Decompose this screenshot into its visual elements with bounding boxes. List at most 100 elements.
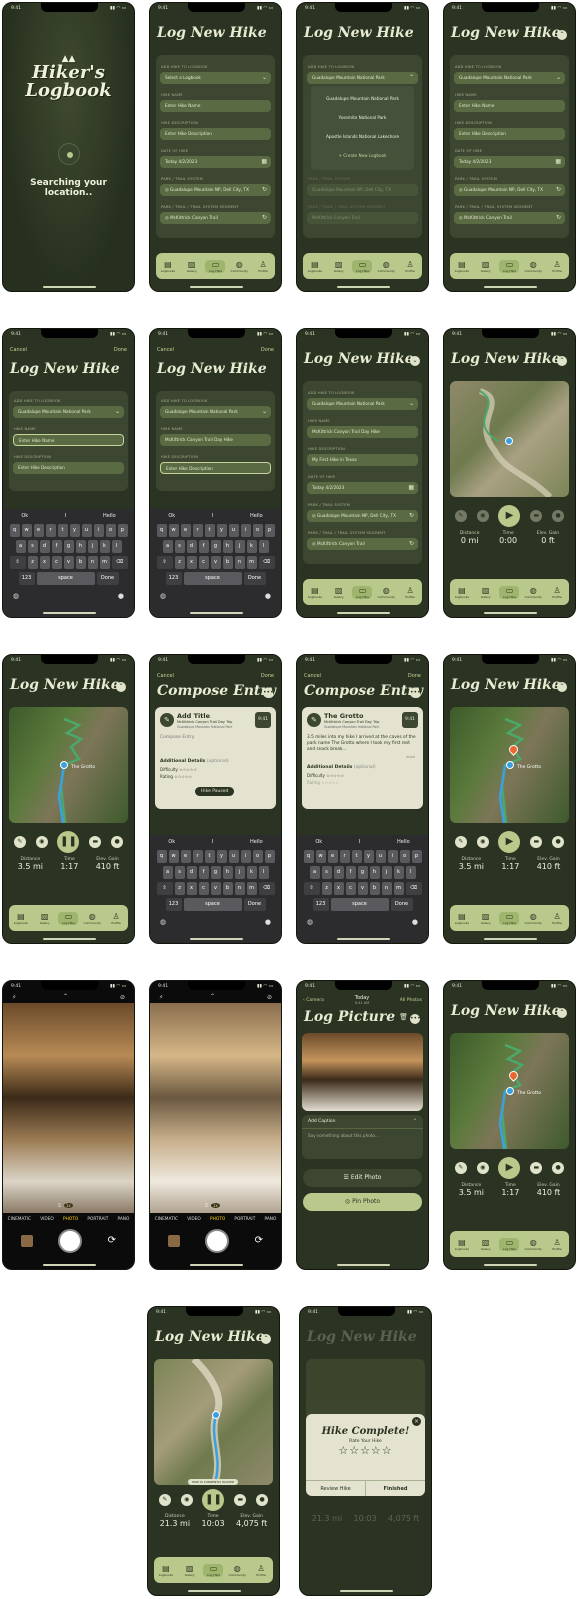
- key[interactable]: a: [162, 540, 173, 553]
- key[interactable]: y: [69, 524, 80, 537]
- video-icon[interactable]: ▬: [89, 836, 102, 848]
- done-button[interactable]: Done: [114, 347, 127, 353]
- key[interactable]: e: [33, 524, 44, 537]
- key[interactable]: d: [333, 866, 344, 879]
- more-icon[interactable]: •••: [410, 1014, 421, 1024]
- key[interactable]: z: [321, 882, 332, 895]
- done-key[interactable]: Done: [96, 572, 119, 585]
- tab-log-hike[interactable]: ▭ Log Hike: [352, 585, 373, 599]
- flip-camera-icon[interactable]: ⟳: [108, 1235, 116, 1246]
- pencil-icon[interactable]: ✎: [454, 836, 467, 848]
- mode-cinematic[interactable]: CINEMATIC: [8, 1217, 31, 1222]
- chevron-up-icon[interactable]: ⌃: [63, 993, 68, 1000]
- key[interactable]: l: [405, 866, 416, 879]
- park-field[interactable]: ◎ Guadalupe Mountain NP, Dell City, TX ↻: [454, 184, 565, 196]
- mic-icon[interactable]: ●: [552, 836, 565, 848]
- date-field[interactable]: Today 4/2/2023 ▦: [454, 156, 565, 168]
- done-button[interactable]: Done: [261, 673, 274, 679]
- key[interactable]: p: [264, 850, 275, 863]
- tab-profile[interactable]: ♙ Profile: [547, 260, 567, 273]
- tab-galery[interactable]: ▨ Galery: [35, 912, 55, 925]
- key[interactable]: n: [234, 556, 245, 569]
- key[interactable]: a: [309, 866, 320, 879]
- suggestion[interactable]: I: [359, 839, 360, 847]
- tab-logbooks[interactable]: ▤ Logbooks: [158, 260, 178, 273]
- pencil-icon[interactable]: ✎: [158, 1494, 171, 1506]
- key[interactable]: d: [186, 866, 197, 879]
- done-button[interactable]: Done: [408, 673, 421, 679]
- tab-profile[interactable]: ♙ Profile: [253, 260, 273, 273]
- key[interactable]: t: [351, 850, 362, 863]
- trail-map[interactable]: [450, 381, 569, 497]
- key[interactable]: g: [210, 866, 221, 879]
- key[interactable]: o: [105, 524, 116, 537]
- key[interactable]: k: [246, 540, 257, 553]
- key[interactable]: u: [375, 850, 386, 863]
- mode-pano[interactable]: PANO: [265, 1217, 277, 1222]
- mode-cinematic[interactable]: CINEMATIC: [155, 1217, 178, 1222]
- back-button[interactable]: ‹ Camera: [303, 998, 324, 1003]
- backspace-icon[interactable]: ⌫: [258, 882, 275, 895]
- key[interactable]: p: [411, 850, 422, 863]
- key[interactable]: k: [99, 540, 110, 553]
- key[interactable]: j: [381, 866, 392, 879]
- collapse-icon[interactable]: ⌄: [410, 356, 420, 366]
- difficulty-stars[interactable]: Difficulty ☆☆☆☆☆: [160, 767, 197, 772]
- key[interactable]: t: [57, 524, 68, 537]
- trail-map[interactable]: [154, 1359, 273, 1485]
- tab-profile[interactable]: ♙ Profile: [400, 260, 420, 273]
- key[interactable]: c: [345, 882, 356, 895]
- tab-logbooks[interactable]: ▤ Logbooks: [452, 260, 472, 273]
- cancel-button[interactable]: Cancel: [10, 347, 27, 353]
- key[interactable]: r: [45, 524, 56, 537]
- logbook-select[interactable]: Select a Logbook ⌄: [160, 72, 271, 84]
- tab-community[interactable]: ◍ Community: [227, 1564, 247, 1577]
- caption-input[interactable]: Say something about this photo...: [302, 1129, 423, 1142]
- tab-logbooks[interactable]: ▤ Logbooks: [305, 260, 325, 273]
- finished-button[interactable]: Finished: [366, 1481, 425, 1496]
- key[interactable]: t: [204, 524, 215, 537]
- key[interactable]: h: [222, 540, 233, 553]
- tab-galery[interactable]: ▨ Galery: [329, 586, 349, 599]
- key[interactable]: g: [63, 540, 74, 553]
- entry-title[interactable]: The Grotto: [324, 712, 363, 720]
- key[interactable]: b: [222, 882, 233, 895]
- suggestion[interactable]: Hello: [397, 839, 410, 847]
- tab-logbooks[interactable]: ▤ Logbooks: [452, 1238, 472, 1251]
- hike-desc-input[interactable]: Enter Hike Description: [13, 462, 124, 474]
- hike-desc-input[interactable]: Enter Hike Description: [160, 462, 271, 474]
- key[interactable]: n: [234, 882, 245, 895]
- globe-icon[interactable]: ◍: [13, 592, 19, 600]
- trail-field[interactable]: ◎ McKittrick Canyon Trail ↻: [307, 538, 418, 550]
- shutter-button[interactable]: [58, 1229, 82, 1253]
- tab-profile[interactable]: ♙ Profile: [251, 1564, 271, 1577]
- play-button[interactable]: ▶: [498, 1157, 521, 1179]
- camera-viewfinder[interactable]: [150, 1003, 281, 1213]
- key[interactable]: u: [228, 850, 239, 863]
- key[interactable]: i: [240, 850, 251, 863]
- tab-profile[interactable]: ♙ Profile: [106, 912, 126, 925]
- key[interactable]: x: [333, 882, 344, 895]
- key[interactable]: y: [363, 850, 374, 863]
- globe-icon[interactable]: ◍: [160, 592, 166, 600]
- key[interactable]: q: [156, 524, 167, 537]
- tab-galery[interactable]: ▨ Galery: [329, 260, 349, 273]
- key[interactable]: x: [186, 882, 197, 895]
- collapse-icon[interactable]: ⌃: [557, 1008, 567, 1018]
- shift-icon[interactable]: ⇧: [303, 882, 320, 895]
- tab-community[interactable]: ◍ Community: [523, 260, 543, 273]
- key[interactable]: j: [234, 540, 245, 553]
- thumbnail[interactable]: [21, 1235, 33, 1247]
- key[interactable]: i: [387, 850, 398, 863]
- rating-stars[interactable]: Rating ☆☆☆☆☆: [307, 780, 339, 785]
- live-off-icon[interactable]: ⊘: [120, 994, 125, 1001]
- date-field[interactable]: Today 4/2/2023 ▦: [307, 482, 418, 494]
- backspace-icon[interactable]: ⌫: [111, 556, 128, 569]
- park-field[interactable]: Guadalupe Mountain NP, Dell City, TX: [307, 184, 418, 196]
- review-hike-button[interactable]: Review Hike: [306, 1481, 366, 1496]
- suggestion[interactable]: Hello: [103, 513, 116, 521]
- key[interactable]: o: [252, 850, 263, 863]
- tab-community[interactable]: ◍ Community: [376, 586, 396, 599]
- pencil-icon[interactable]: ✎: [13, 836, 26, 848]
- tab-logbooks[interactable]: ▤ Logbooks: [11, 912, 31, 925]
